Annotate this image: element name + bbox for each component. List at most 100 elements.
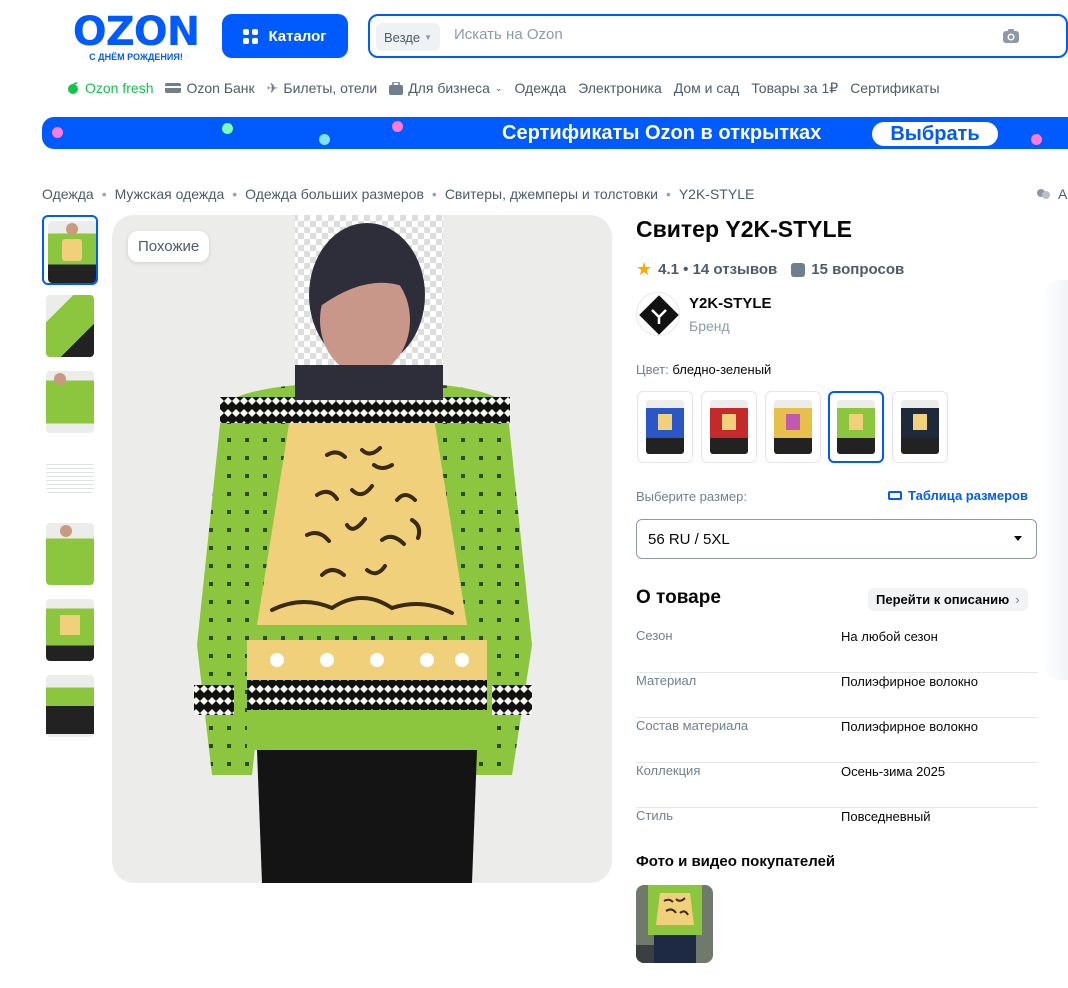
color-swatch-yellow[interactable] (765, 391, 821, 463)
swatch-detail (658, 414, 672, 430)
color-swatch-black[interactable] (892, 391, 948, 463)
search-input[interactable] (454, 26, 974, 43)
nav-business[interactable]: Для бизнеса ⌄ (389, 80, 502, 96)
breadcrumb-item[interactable]: Одежда (42, 186, 94, 202)
camera-icon[interactable] (1002, 28, 1020, 44)
thumbnail-image (46, 599, 94, 661)
main-product-image[interactable]: Похожие (112, 215, 612, 883)
search-scope-dropdown[interactable]: Везде ▼ (376, 23, 441, 51)
spec-row: Материал Полиэфирное волокно (636, 673, 1038, 718)
spec-value: На любой сезон (841, 629, 938, 644)
ozon-logo[interactable]: OZON С ДНЁМ РОЖДЕНИЯ! (70, 12, 202, 62)
size-label: Выберите размер: (636, 489, 747, 504)
brand-subtitle: Бренд (689, 318, 730, 334)
customer-media-thumbnail[interactable] (636, 885, 713, 963)
spec-row: Сезон На любой сезон (636, 628, 1038, 673)
thumbnail-detail (62, 239, 82, 261)
swatch-image (901, 400, 939, 454)
size-select[interactable]: 56 RU / 5XL (636, 519, 1037, 559)
breadcrumb-separator: • (101, 186, 107, 202)
spec-key: Сезон (636, 628, 673, 643)
plane-icon: ✈ (266, 79, 279, 96)
spec-value: Повседневный (841, 809, 931, 824)
share-label[interactable]: А (1058, 186, 1067, 202)
color-swatch-green[interactable] (828, 391, 884, 463)
spec-row: Коллекция Осень-зима 2025 (636, 763, 1038, 808)
go-to-description-label: Перейти к описанию (876, 592, 1010, 607)
promo-banner[interactable]: Сертификаты Ozon в открытках Выбрать (42, 117, 1068, 149)
chevron-down-icon: ⌄ (494, 82, 503, 93)
swatch-image (774, 400, 812, 454)
breadcrumb-separator: • (665, 186, 671, 202)
banner-text: Сертификаты Ozon в открытках (502, 122, 822, 144)
about-title: О товаре (636, 587, 721, 608)
confetti-dot (1031, 134, 1042, 145)
spec-key: Состав материала (636, 718, 749, 733)
nav-certificates[interactable]: Сертификаты (850, 80, 939, 96)
thumbnail[interactable] (42, 671, 98, 741)
spec-value: Полиэфирное волокно (841, 719, 978, 734)
color-value: бледно-зеленый (672, 362, 772, 377)
chevron-right-icon: › (1015, 592, 1020, 607)
questions-link[interactable]: 15 вопросов (811, 261, 904, 278)
confetti-dot (319, 134, 330, 145)
nav-ozon-bank[interactable]: Ozon Банк (165, 80, 255, 96)
spec-value: Осень-зима 2025 (841, 764, 946, 779)
spec-row: Стиль Повседневный (636, 808, 1038, 853)
color-swatch-red[interactable] (701, 391, 757, 463)
fresh-leaf-icon (68, 82, 78, 94)
nav-electronics[interactable]: Электроника (578, 80, 662, 96)
spec-key: Материал (636, 673, 697, 688)
logo-text: OZON (72, 9, 201, 55)
swatch-detail (786, 414, 800, 430)
thumbnail-detail (54, 373, 66, 385)
catalog-button[interactable]: Каталог (222, 14, 348, 58)
briefcase-icon (389, 81, 404, 95)
bank-card-icon (165, 83, 182, 93)
nav-tickets[interactable]: ✈ Билеты, отели (267, 80, 378, 97)
nav-label: Товары за 1₽ (751, 79, 839, 96)
breadcrumb-separator: • (232, 186, 238, 202)
breadcrumb-item[interactable]: Y2K-STYLE (679, 186, 754, 202)
star-icon: ★ (636, 259, 653, 279)
thumbnail[interactable] (42, 215, 98, 285)
nav-label: Билеты, отели (283, 80, 378, 96)
similar-products-button[interactable]: Похожие (128, 231, 210, 262)
brand-logo[interactable] (636, 292, 680, 336)
nav-clothing[interactable]: Одежда (514, 80, 566, 96)
search-bar: Везде ▼ (368, 14, 1068, 58)
swatch-detail (722, 414, 736, 430)
breadcrumb-item[interactable]: Свитеры, джемперы и толстовки (445, 186, 658, 202)
thumbnail[interactable] (42, 595, 98, 665)
breadcrumb-item[interactable]: Мужская одежда (115, 186, 225, 202)
caret-down-icon (1014, 536, 1022, 541)
thumbnail[interactable] (42, 443, 98, 513)
confetti-dot (392, 121, 403, 132)
color-label-key: Цвет: (636, 362, 669, 377)
thumbnail-size-chart (46, 461, 94, 493)
search-scope-label: Везде (384, 29, 421, 45)
nav-home-garden[interactable]: Дом и сад (674, 80, 740, 96)
customer-media-title: Фото и видео покупателей (636, 853, 836, 870)
thumbnail[interactable] (42, 519, 98, 589)
nav-one-ruble[interactable]: Товары за 1₽ (751, 80, 838, 97)
rating-reviews-link[interactable]: 4.1 • 14 отзывов (658, 261, 777, 278)
size-table-link[interactable]: Таблица размеров (888, 488, 1028, 503)
spec-row: Состав материала Полиэфирное волокно (636, 718, 1038, 763)
go-to-description-button[interactable]: Перейти к описанию › (868, 588, 1028, 611)
brand-logo-icon (639, 295, 679, 335)
nav-label: Дом и сад (673, 80, 740, 96)
thumbnail[interactable] (42, 291, 98, 361)
caret-down-icon: ▼ (424, 32, 433, 42)
banner-choose-button[interactable]: Выбрать (872, 122, 998, 146)
nav-ozon-fresh[interactable]: Ozon fresh (66, 80, 153, 96)
share-icon[interactable] (1036, 188, 1050, 200)
top-navigation: Ozon fresh Ozon Банк ✈ Билеты, отели Для… (66, 78, 940, 98)
nav-label: Ozon fresh (85, 80, 154, 96)
color-swatch-blue[interactable] (637, 391, 693, 463)
swatch-image (837, 400, 875, 454)
breadcrumb-item[interactable]: Одежда больших размеров (245, 186, 424, 202)
thumbnail[interactable] (42, 367, 98, 437)
brand-name[interactable]: Y2K-STYLE (689, 295, 772, 312)
swatch-detail (849, 414, 863, 430)
